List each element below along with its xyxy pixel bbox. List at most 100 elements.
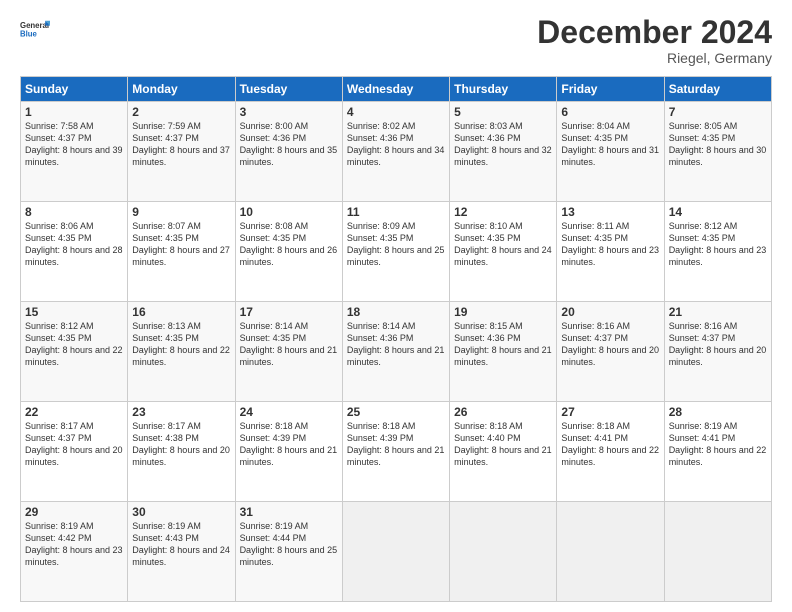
day-detail: Sunrise: 8:08 AMSunset: 4:35 PMDaylight:… [240, 220, 338, 269]
empty-cell [342, 502, 449, 602]
calendar-day: 15Sunrise: 8:12 AMSunset: 4:35 PMDayligh… [21, 302, 128, 402]
calendar-table: SundayMondayTuesdayWednesdayThursdayFrid… [20, 76, 772, 602]
day-number: 27 [561, 405, 659, 419]
calendar-day: 25Sunrise: 8:18 AMSunset: 4:39 PMDayligh… [342, 402, 449, 502]
day-detail: Sunrise: 8:13 AMSunset: 4:35 PMDaylight:… [132, 320, 230, 369]
day-number: 5 [454, 105, 552, 119]
calendar-day: 22Sunrise: 8:17 AMSunset: 4:37 PMDayligh… [21, 402, 128, 502]
weekday-header: Tuesday [235, 77, 342, 102]
calendar-day: 12Sunrise: 8:10 AMSunset: 4:35 PMDayligh… [450, 202, 557, 302]
title-block: December 2024 Riegel, Germany [537, 16, 772, 66]
day-detail: Sunrise: 8:11 AMSunset: 4:35 PMDaylight:… [561, 220, 659, 269]
day-detail: Sunrise: 8:18 AMSunset: 4:41 PMDaylight:… [561, 420, 659, 469]
day-detail: Sunrise: 8:09 AMSunset: 4:35 PMDaylight:… [347, 220, 445, 269]
svg-text:Blue: Blue [20, 29, 38, 38]
day-number: 20 [561, 305, 659, 319]
day-detail: Sunrise: 8:18 AMSunset: 4:39 PMDaylight:… [347, 420, 445, 469]
day-detail: Sunrise: 8:10 AMSunset: 4:35 PMDaylight:… [454, 220, 552, 269]
calendar-day: 9Sunrise: 8:07 AMSunset: 4:35 PMDaylight… [128, 202, 235, 302]
day-detail: Sunrise: 8:17 AMSunset: 4:37 PMDaylight:… [25, 420, 123, 469]
day-number: 6 [561, 105, 659, 119]
calendar-day: 31Sunrise: 8:19 AMSunset: 4:44 PMDayligh… [235, 502, 342, 602]
logo-icon: General Blue [20, 16, 50, 46]
day-detail: Sunrise: 8:14 AMSunset: 4:35 PMDaylight:… [240, 320, 338, 369]
day-number: 10 [240, 205, 338, 219]
calendar-day: 21Sunrise: 8:16 AMSunset: 4:37 PMDayligh… [664, 302, 771, 402]
day-detail: Sunrise: 8:19 AMSunset: 4:43 PMDaylight:… [132, 520, 230, 569]
day-number: 29 [25, 505, 123, 519]
day-detail: Sunrise: 8:04 AMSunset: 4:35 PMDaylight:… [561, 120, 659, 169]
calendar-day: 27Sunrise: 8:18 AMSunset: 4:41 PMDayligh… [557, 402, 664, 502]
empty-cell [450, 502, 557, 602]
day-number: 1 [25, 105, 123, 119]
calendar-day: 24Sunrise: 8:18 AMSunset: 4:39 PMDayligh… [235, 402, 342, 502]
location: Riegel, Germany [537, 50, 772, 66]
day-number: 26 [454, 405, 552, 419]
calendar-day: 1Sunrise: 7:58 AMSunset: 4:37 PMDaylight… [21, 102, 128, 202]
day-detail: Sunrise: 8:12 AMSunset: 4:35 PMDaylight:… [25, 320, 123, 369]
day-number: 14 [669, 205, 767, 219]
day-detail: Sunrise: 8:02 AMSunset: 4:36 PMDaylight:… [347, 120, 445, 169]
calendar-day: 5Sunrise: 8:03 AMSunset: 4:36 PMDaylight… [450, 102, 557, 202]
day-number: 13 [561, 205, 659, 219]
day-number: 16 [132, 305, 230, 319]
day-number: 23 [132, 405, 230, 419]
empty-cell [557, 502, 664, 602]
day-number: 22 [25, 405, 123, 419]
calendar-day: 26Sunrise: 8:18 AMSunset: 4:40 PMDayligh… [450, 402, 557, 502]
day-detail: Sunrise: 8:14 AMSunset: 4:36 PMDaylight:… [347, 320, 445, 369]
calendar-day: 20Sunrise: 8:16 AMSunset: 4:37 PMDayligh… [557, 302, 664, 402]
day-number: 31 [240, 505, 338, 519]
month-title: December 2024 [537, 16, 772, 48]
day-number: 28 [669, 405, 767, 419]
weekday-header: Sunday [21, 77, 128, 102]
day-number: 25 [347, 405, 445, 419]
day-detail: Sunrise: 8:12 AMSunset: 4:35 PMDaylight:… [669, 220, 767, 269]
weekday-header: Monday [128, 77, 235, 102]
day-detail: Sunrise: 8:18 AMSunset: 4:40 PMDaylight:… [454, 420, 552, 469]
calendar-day: 18Sunrise: 8:14 AMSunset: 4:36 PMDayligh… [342, 302, 449, 402]
calendar-day: 30Sunrise: 8:19 AMSunset: 4:43 PMDayligh… [128, 502, 235, 602]
calendar-day: 13Sunrise: 8:11 AMSunset: 4:35 PMDayligh… [557, 202, 664, 302]
day-detail: Sunrise: 8:03 AMSunset: 4:36 PMDaylight:… [454, 120, 552, 169]
weekday-header: Saturday [664, 77, 771, 102]
day-number: 18 [347, 305, 445, 319]
day-detail: Sunrise: 8:05 AMSunset: 4:35 PMDaylight:… [669, 120, 767, 169]
calendar-day: 23Sunrise: 8:17 AMSunset: 4:38 PMDayligh… [128, 402, 235, 502]
day-number: 7 [669, 105, 767, 119]
empty-cell [664, 502, 771, 602]
calendar-day: 11Sunrise: 8:09 AMSunset: 4:35 PMDayligh… [342, 202, 449, 302]
day-number: 11 [347, 205, 445, 219]
day-detail: Sunrise: 8:06 AMSunset: 4:35 PMDaylight:… [25, 220, 123, 269]
calendar-day: 3Sunrise: 8:00 AMSunset: 4:36 PMDaylight… [235, 102, 342, 202]
calendar-day: 4Sunrise: 8:02 AMSunset: 4:36 PMDaylight… [342, 102, 449, 202]
day-number: 21 [669, 305, 767, 319]
day-number: 8 [25, 205, 123, 219]
svg-text:General: General [20, 21, 49, 30]
day-number: 24 [240, 405, 338, 419]
day-detail: Sunrise: 8:17 AMSunset: 4:38 PMDaylight:… [132, 420, 230, 469]
day-detail: Sunrise: 7:58 AMSunset: 4:37 PMDaylight:… [25, 120, 123, 169]
weekday-header: Friday [557, 77, 664, 102]
calendar-day: 8Sunrise: 8:06 AMSunset: 4:35 PMDaylight… [21, 202, 128, 302]
day-number: 15 [25, 305, 123, 319]
header: General Blue December 2024 Riegel, Germa… [20, 16, 772, 66]
calendar-day: 6Sunrise: 8:04 AMSunset: 4:35 PMDaylight… [557, 102, 664, 202]
calendar-day: 17Sunrise: 8:14 AMSunset: 4:35 PMDayligh… [235, 302, 342, 402]
day-number: 3 [240, 105, 338, 119]
day-detail: Sunrise: 8:19 AMSunset: 4:44 PMDaylight:… [240, 520, 338, 569]
calendar-day: 7Sunrise: 8:05 AMSunset: 4:35 PMDaylight… [664, 102, 771, 202]
calendar-day: 10Sunrise: 8:08 AMSunset: 4:35 PMDayligh… [235, 202, 342, 302]
day-detail: Sunrise: 8:07 AMSunset: 4:35 PMDaylight:… [132, 220, 230, 269]
weekday-header: Wednesday [342, 77, 449, 102]
calendar-day: 28Sunrise: 8:19 AMSunset: 4:41 PMDayligh… [664, 402, 771, 502]
calendar-day: 19Sunrise: 8:15 AMSunset: 4:36 PMDayligh… [450, 302, 557, 402]
day-detail: Sunrise: 8:19 AMSunset: 4:42 PMDaylight:… [25, 520, 123, 569]
day-number: 9 [132, 205, 230, 219]
day-detail: Sunrise: 8:00 AMSunset: 4:36 PMDaylight:… [240, 120, 338, 169]
day-detail: Sunrise: 8:16 AMSunset: 4:37 PMDaylight:… [561, 320, 659, 369]
day-number: 12 [454, 205, 552, 219]
day-number: 2 [132, 105, 230, 119]
day-number: 17 [240, 305, 338, 319]
day-detail: Sunrise: 8:18 AMSunset: 4:39 PMDaylight:… [240, 420, 338, 469]
